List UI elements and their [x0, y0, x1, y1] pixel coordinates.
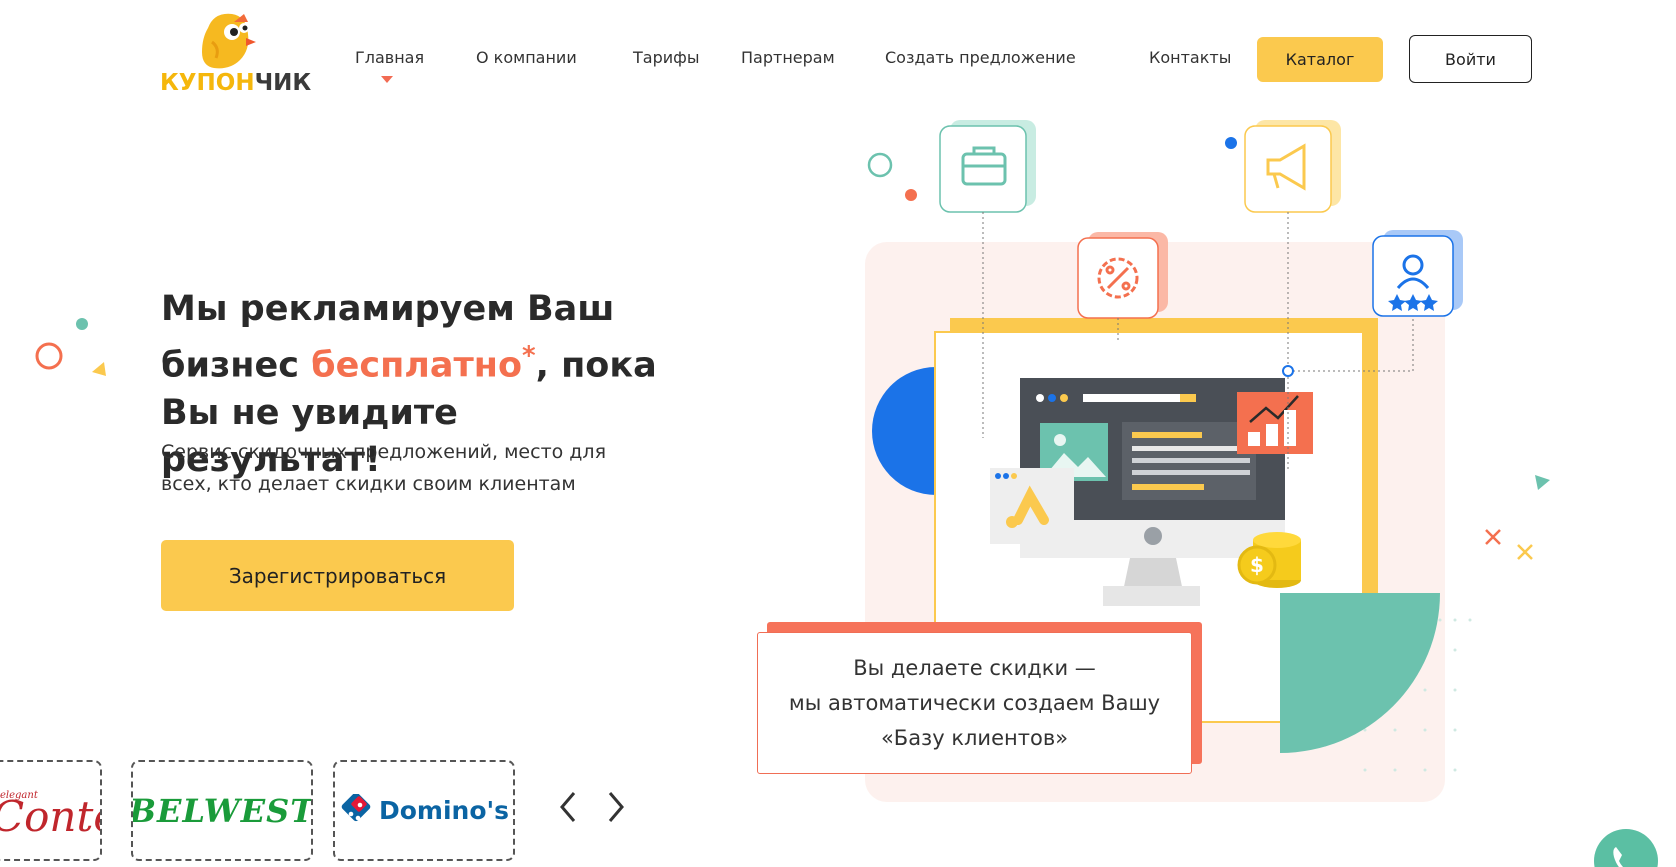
- ads-icon: [990, 468, 1074, 544]
- catalog-button[interactable]: Каталог: [1257, 37, 1383, 82]
- chevron-left-icon[interactable]: [554, 789, 582, 825]
- dominos-tile-icon: [341, 793, 371, 821]
- nav-create-offer[interactable]: Создать предложение: [885, 48, 1076, 67]
- callout-line: мы автоматически создаем Вашу: [788, 690, 1161, 715]
- nav-contacts[interactable]: Контакты: [1149, 48, 1231, 67]
- nav-about[interactable]: О компании: [476, 48, 577, 67]
- partner-logo-conte[interactable]: elegant Conte: [0, 760, 102, 861]
- callout-line: «Базу клиентов»: [880, 725, 1069, 750]
- partner-logo-dominos[interactable]: Domino's: [333, 760, 515, 861]
- chevron-right-icon[interactable]: [602, 789, 630, 825]
- nav-partners[interactable]: Партнерам: [741, 48, 835, 67]
- hero-title-accent: бесплатно: [311, 345, 523, 386]
- chart-icon: [1237, 392, 1313, 454]
- decor-shapes-left: [35, 318, 106, 376]
- callout-box: Вы делаете скидки — мы автоматически соз…: [757, 632, 1192, 774]
- partner-logo-belwest[interactable]: BELWEST: [131, 760, 313, 861]
- svg-text:$: $: [1250, 553, 1264, 577]
- landing-page: КУПОНЧИК Главная О компании Тарифы Партн…: [0, 0, 1676, 867]
- nav-tariffs[interactable]: Тарифы: [633, 48, 699, 67]
- phone-call-button[interactable]: [1594, 829, 1658, 867]
- hero-subtitle: Сервис скидочных предложений, место для …: [161, 441, 607, 495]
- login-button[interactable]: Войти: [1409, 35, 1532, 83]
- logo[interactable]: КУПОНЧИК: [160, 8, 312, 98]
- callout-line: Вы делаете скидки —: [853, 655, 1096, 680]
- nav-home[interactable]: Главная: [355, 48, 424, 67]
- phone-icon: [1613, 847, 1624, 867]
- active-nav-indicator-icon: [381, 76, 393, 83]
- logo-wordmark: КУПОНЧИК: [160, 70, 312, 96]
- register-button[interactable]: Зарегистрироваться: [161, 540, 514, 611]
